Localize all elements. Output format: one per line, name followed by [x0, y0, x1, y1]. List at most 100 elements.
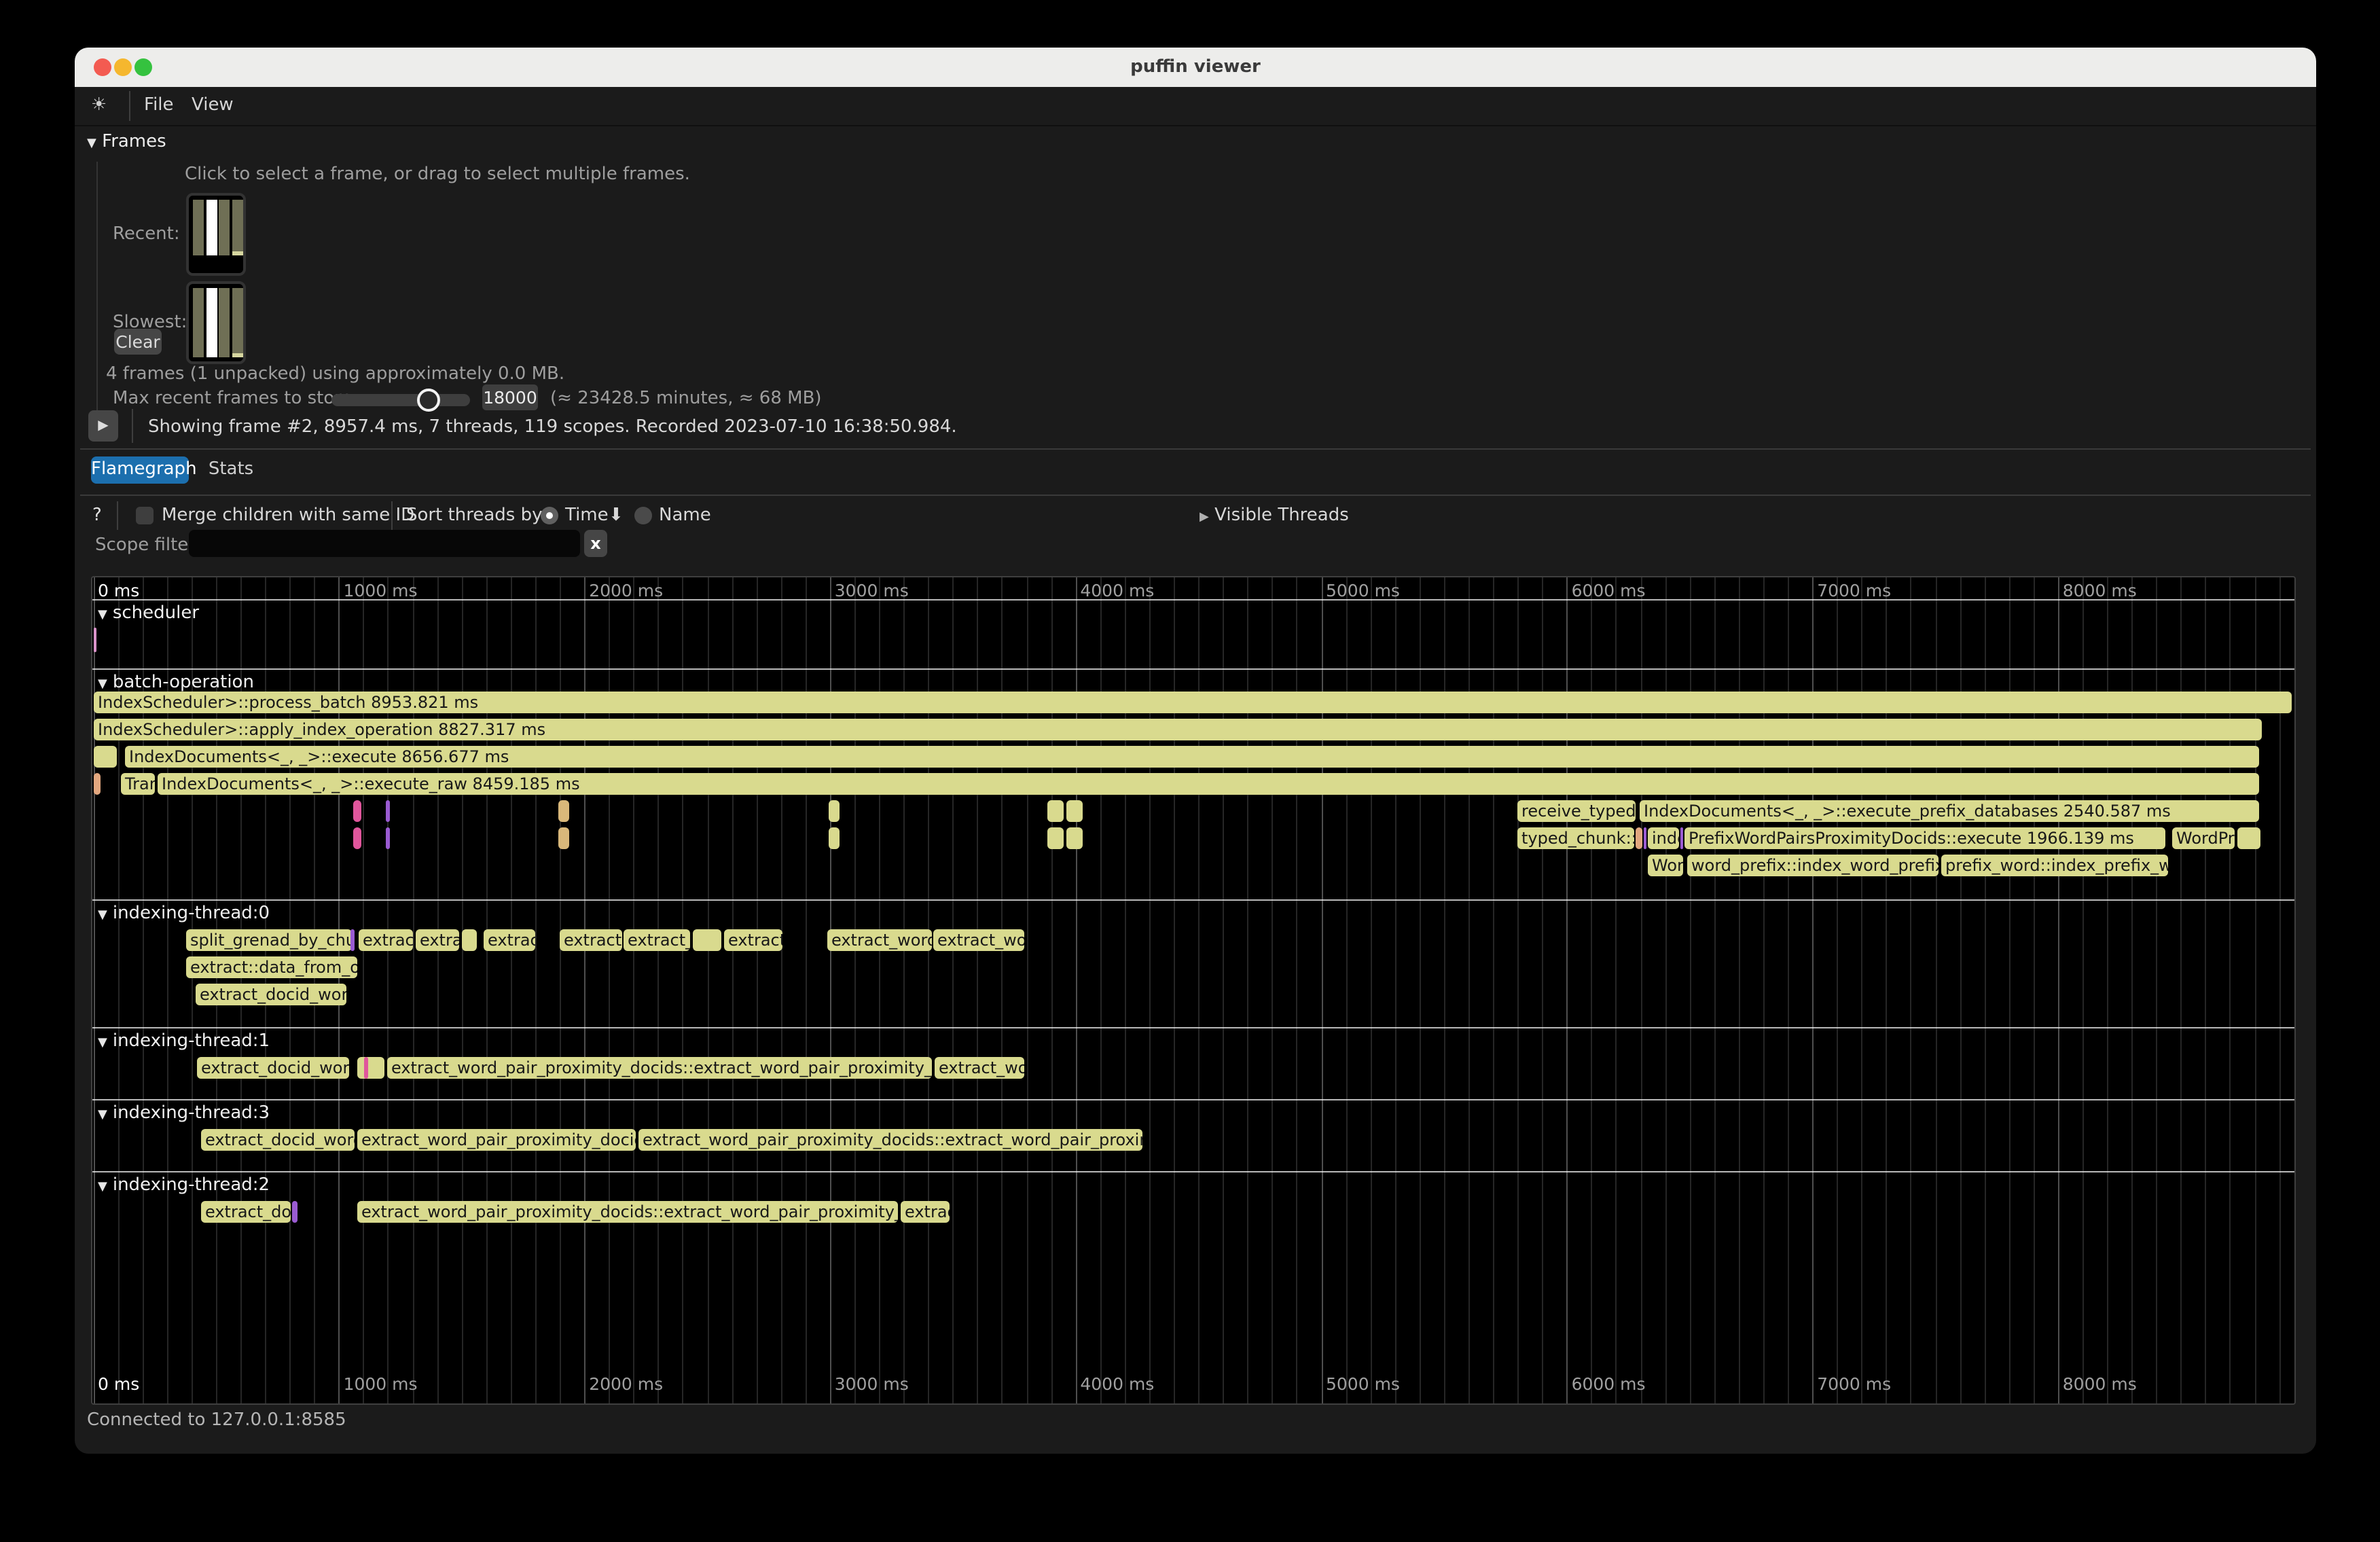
theme-toggle-icon[interactable]: ☀ — [91, 95, 107, 115]
sort-name-radio[interactable] — [634, 507, 652, 524]
scope-filter-clear-button[interactable]: x — [584, 530, 607, 557]
scope-bar[interactable] — [829, 827, 840, 849]
scope-bar[interactable]: extract_docid_word — [196, 984, 346, 1005]
scope-bar[interactable]: IndexScheduler>::apply_index_operation 8… — [94, 719, 2262, 740]
scope-bar[interactable]: extract_doc — [201, 1201, 291, 1223]
thread-group-label[interactable]: ▼indexing-thread:3 — [98, 1103, 270, 1124]
thread-group-label[interactable]: ▼indexing-thread:2 — [98, 1175, 270, 1196]
frame-thumbnail-bar[interactable] — [219, 200, 230, 255]
frame-thumbnail-bar[interactable] — [193, 200, 204, 255]
scope-bar[interactable] — [353, 800, 361, 822]
frame-thumbnail-bar[interactable] — [232, 200, 242, 255]
scope-filter-input[interactable] — [189, 530, 580, 557]
scope-bar[interactable]: split_grenad_by_chun — [186, 929, 352, 951]
scope-bar[interactable]: word_prefix::index_word_prefix_ — [1687, 855, 1939, 876]
scope-bar[interactable]: extract_docid_word — [201, 1129, 355, 1151]
thread-group-label[interactable]: ▼indexing-thread:1 — [98, 1031, 270, 1052]
status-bar-text: Connected to 127.0.0.1:8585 — [87, 1410, 346, 1431]
scope-bar[interactable] — [558, 800, 569, 822]
scope-bar[interactable] — [350, 929, 354, 951]
thread-group-label[interactable]: ▼scheduler — [98, 603, 199, 624]
scope-bar[interactable] — [462, 929, 477, 951]
scope-bar[interactable] — [364, 1057, 368, 1079]
merge-children-label[interactable]: Merge children with same ID — [162, 505, 414, 526]
scope-bar[interactable]: extrac — [484, 929, 535, 951]
scope-bar[interactable] — [558, 827, 569, 849]
frame-thumbnail-bar[interactable] — [219, 288, 230, 357]
frames-section-header[interactable]: ▼ Frames — [87, 132, 166, 152]
scope-bar[interactable]: extract_word_pair_proximity_docids — [357, 1129, 636, 1151]
scope-bar[interactable] — [829, 800, 840, 822]
scope-bar[interactable]: IndexDocuments<_, _>::execute_raw 8459.1… — [158, 773, 2259, 795]
thread-group-label[interactable]: ▼indexing-thread:0 — [98, 903, 270, 924]
scope-bar[interactable]: extract — [724, 929, 782, 951]
scope-bar[interactable] — [386, 827, 390, 849]
scope-bar[interactable]: extract_wo — [935, 1057, 1024, 1079]
scope-bar[interactable]: IndexScheduler>::process_batch 8953.821 … — [94, 692, 2292, 713]
scope-bar[interactable]: IndexDocuments<_, _>::execute 8656.677 m… — [125, 746, 2259, 768]
scope-bar[interactable] — [93, 628, 96, 652]
scope-bar[interactable]: extract_word — [827, 929, 932, 951]
scope-bar[interactable] — [94, 773, 101, 795]
sort-direction-arrow-icon[interactable]: ⬇ — [609, 505, 624, 526]
scope-bar[interactable]: IndexDocuments<_, _>::execute_prefix_dat… — [1640, 800, 2259, 822]
scope-bar[interactable]: extract_wo — [933, 929, 1024, 951]
recent-frames-thumbnail[interactable] — [186, 193, 246, 276]
scope-bar[interactable] — [1644, 827, 1646, 849]
merge-children-checkbox[interactable] — [136, 507, 154, 524]
max-frames-value[interactable]: 18000 — [482, 384, 538, 410]
scope-bar[interactable] — [94, 746, 117, 768]
scope-bar[interactable]: extract_ — [624, 929, 690, 951]
tab-flamegraph[interactable]: Flamegraph — [91, 456, 189, 484]
thread-group-label[interactable]: ▼batch-operation — [98, 673, 254, 693]
scope-bar[interactable]: typed_chunk::w — [1517, 827, 1634, 849]
scope-bar[interactable] — [353, 827, 361, 849]
frame-thumbnail-bar[interactable] — [232, 288, 242, 357]
frame-thumbnail-bar[interactable] — [206, 200, 217, 255]
max-frames-slider[interactable] — [331, 394, 470, 406]
scope-bar[interactable] — [386, 800, 390, 822]
scope-bar[interactable]: index — [1648, 827, 1679, 849]
frame-thumbnail-bar[interactable] — [206, 288, 217, 357]
scope-bar[interactable]: extra — [416, 929, 459, 951]
scope-bar[interactable] — [1066, 827, 1083, 849]
visible-threads-toggle[interactable]: ▶ Visible Threads — [1200, 505, 1349, 526]
slowest-frames-thumbnail[interactable] — [186, 281, 246, 364]
tab-stats[interactable]: Stats — [204, 456, 258, 484]
scope-bar[interactable] — [1066, 800, 1083, 822]
scope-bar[interactable]: prefix_word::index_prefix_wo — [1941, 855, 2168, 876]
scope-bar[interactable]: extract_word_pair_proximity_docids::extr… — [387, 1057, 932, 1079]
menu-view[interactable]: View — [192, 95, 234, 115]
scope-bar[interactable] — [357, 1057, 384, 1079]
sort-time-radio[interactable] — [541, 507, 558, 524]
flamegraph-panel[interactable]: 0 ms0 ms1000 ms1000 ms2000 ms2000 ms3000… — [91, 576, 2296, 1405]
scope-bar[interactable]: Trans — [121, 773, 155, 795]
title-bar[interactable]: puffin viewer — [75, 48, 2316, 88]
scope-bar[interactable] — [693, 929, 721, 951]
frame-thumbnail-bar[interactable] — [193, 288, 204, 357]
scope-bar[interactable]: PrefixWordPairsProximityDocids::execute … — [1684, 827, 2165, 849]
scope-bar[interactable]: receive_typed_ — [1517, 800, 1636, 822]
scope-bar[interactable]: Word — [1648, 855, 1683, 876]
scope-bar[interactable] — [2237, 827, 2260, 849]
menu-file[interactable]: File — [144, 95, 174, 115]
sort-time-label[interactable]: Time — [565, 505, 609, 526]
scope-bar[interactable]: WordPr — [2172, 827, 2235, 849]
scope-bar[interactable]: extract_word_pair_proximity_docids::extr… — [357, 1201, 898, 1223]
scope-bar[interactable] — [1047, 827, 1064, 849]
scope-bar[interactable] — [1636, 827, 1642, 849]
max-frames-slider-knob[interactable] — [417, 389, 440, 412]
help-button[interactable]: ? — [92, 505, 102, 526]
scope-bar[interactable]: extract_word_pair_proximity_docids::extr… — [638, 1129, 1142, 1151]
scope-bar[interactable]: extrac — [901, 1201, 950, 1223]
scope-bar[interactable] — [1680, 827, 1683, 849]
sort-name-label[interactable]: Name — [659, 505, 711, 526]
clear-button[interactable]: Clear — [114, 329, 162, 355]
play-button[interactable]: ▶ — [88, 410, 118, 442]
scope-bar[interactable]: extract — [359, 929, 413, 951]
scope-bar[interactable]: extract::data_from_ob — [186, 956, 357, 978]
scope-bar[interactable] — [292, 1201, 297, 1223]
scope-bar[interactable]: extract_docid_word — [197, 1057, 349, 1079]
scope-bar[interactable]: extract_ — [560, 929, 622, 951]
scope-bar[interactable] — [1047, 800, 1064, 822]
